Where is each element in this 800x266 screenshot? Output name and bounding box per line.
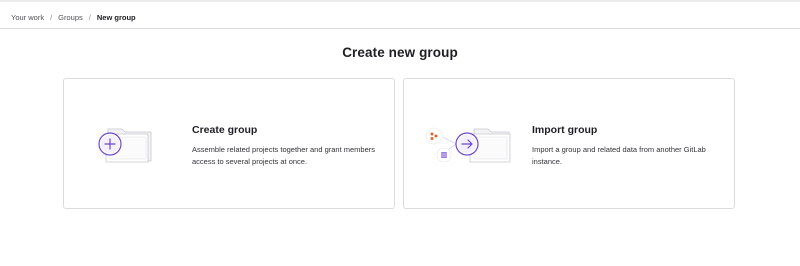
folder-import-icon [422, 123, 512, 169]
page-title: Create new group [342, 45, 458, 60]
breadcrumb-current: New group [96, 12, 136, 22]
header-divider [0, 28, 800, 29]
import-group-text: Import group Import a group and related … [532, 124, 722, 167]
folder-plus-icon [94, 123, 158, 169]
card-description: Import a group and related data from ano… [532, 145, 706, 166]
breadcrumb-your-work[interactable]: Your work [11, 13, 44, 22]
breadcrumb-groups[interactable]: Groups [58, 13, 83, 22]
breadcrumb-separator: / [50, 12, 53, 22]
breadcrumb: Your work / Groups / New group [11, 10, 136, 24]
card-description: Assemble related projects together and g… [192, 145, 376, 166]
card-title: Create group [192, 124, 258, 136]
create-group-text: Create group Assemble related projects t… [192, 124, 382, 167]
breadcrumb-separator: / [88, 12, 91, 22]
top-border [0, 0, 800, 2]
card-title: Import group [532, 124, 598, 136]
import-group-card[interactable]: Import group Import a group and related … [403, 78, 735, 209]
create-group-card[interactable]: Create group Assemble related projects t… [63, 78, 395, 209]
